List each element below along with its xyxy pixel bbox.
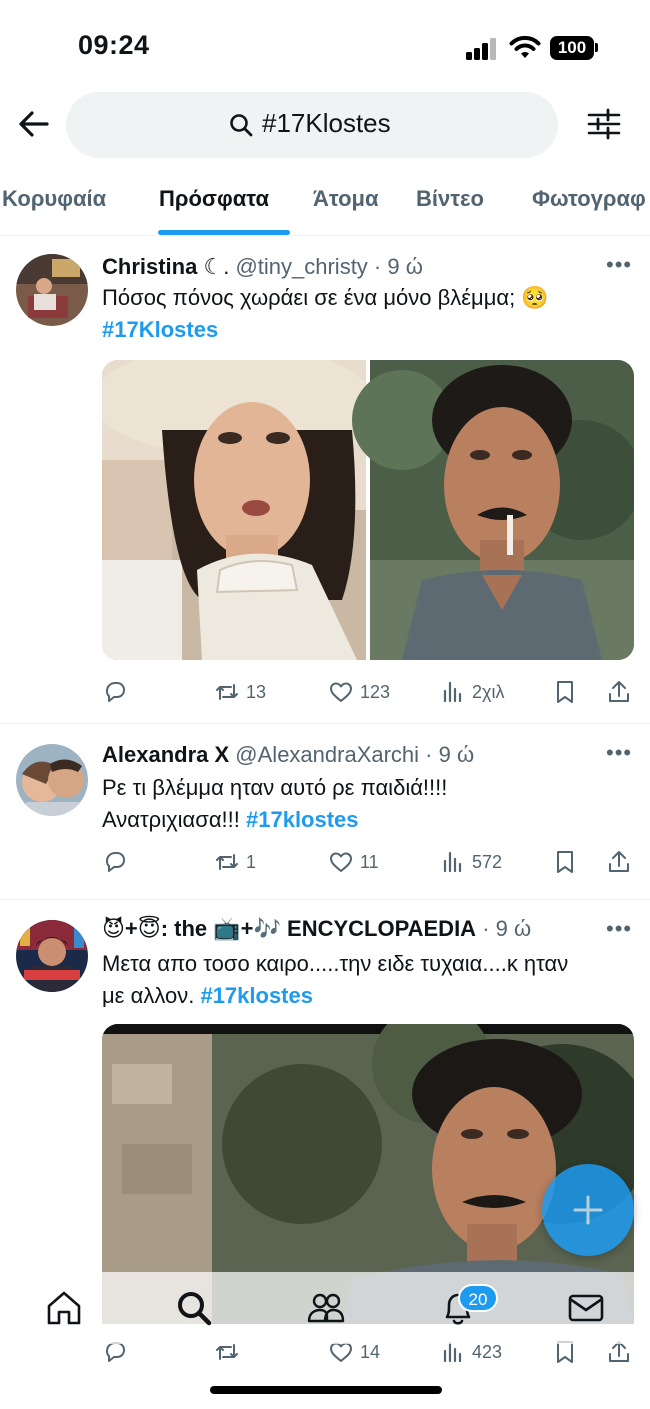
avatar[interactable] xyxy=(16,744,88,816)
tweet-text: Ρε τι βλέμμα ηταν αυτό ρε παιδιά!!!! Ανα… xyxy=(102,772,632,836)
share-icon xyxy=(609,851,629,872)
like-icon xyxy=(330,852,352,872)
tweet-text-line: Μετα απο τοσο καιρο.....την ειδε τυχαια.… xyxy=(102,951,569,976)
retweet-count: 1 xyxy=(246,851,257,872)
wifi-icon xyxy=(509,35,541,58)
views-icon xyxy=(443,851,462,873)
views-button[interactable]: 2χιλ xyxy=(440,674,504,710)
tweet-text-line: Ρε τι βλέμμα ηταν αυτό ρε παιδιά!!!! xyxy=(102,775,448,800)
status-bar: 09:24 100 xyxy=(0,0,650,92)
compose-button[interactable] xyxy=(542,1164,634,1256)
tweet-time[interactable]: 9 ώ xyxy=(387,254,423,279)
tweet-header: Christina ☾. @tiny_christy · 9 ώ xyxy=(102,254,423,280)
search-icon xyxy=(230,114,253,137)
meta-dot: · xyxy=(476,916,496,941)
back-arrow-icon[interactable] xyxy=(14,104,54,144)
tab-videos[interactable]: Βίντεο xyxy=(416,186,484,212)
people-icon[interactable] xyxy=(306,1288,346,1328)
plus-icon xyxy=(573,1195,603,1225)
reply-icon xyxy=(106,852,125,872)
like-icon xyxy=(330,682,352,702)
battery-tip xyxy=(595,43,598,52)
reply-button[interactable] xyxy=(102,674,134,710)
author-handle[interactable]: @tiny_christy xyxy=(235,254,367,279)
retweet-count: 13 xyxy=(246,681,267,702)
avatar[interactable] xyxy=(16,254,88,326)
like-button[interactable]: 11 xyxy=(328,844,379,880)
status-time: 09:24 xyxy=(78,30,150,60)
home-indicator xyxy=(210,1386,442,1394)
tweet-actions: 13 123 2χιλ xyxy=(102,674,636,710)
tweet[interactable]: Christina ☾. @tiny_christy · 9 ώ ••• Πόσ… xyxy=(0,236,650,724)
tweet-header: 😈+😇: the 📺+🎶 ENCYCLOPAEDIA · 9 ώ xyxy=(102,916,531,942)
tab-photos[interactable]: Φωτογραφ xyxy=(532,186,646,212)
author-name-emoji: 😈+😇: the 📺+🎶 xyxy=(102,916,281,941)
hashtag-link[interactable]: #17Klostes xyxy=(102,317,218,342)
views-icon xyxy=(443,681,462,703)
retweet-icon xyxy=(216,854,238,870)
views-button[interactable]: 572 xyxy=(440,844,502,880)
tweet-time[interactable]: 9 ώ xyxy=(496,916,532,941)
retweet-icon xyxy=(216,684,238,700)
like-button[interactable]: 123 xyxy=(328,674,390,710)
share-button[interactable] xyxy=(606,674,632,710)
search-query[interactable]: #17Klostes xyxy=(262,108,391,139)
hashtag-link[interactable]: #17klostes xyxy=(246,807,359,832)
search-icon[interactable] xyxy=(174,1288,214,1328)
tweet-text: Μετα απο τοσο καιρο.....την ειδε τυχαια.… xyxy=(102,948,632,1012)
more-options-icon[interactable]: ••• xyxy=(606,740,632,766)
home-icon[interactable] xyxy=(44,1288,84,1328)
share-button[interactable] xyxy=(606,844,632,880)
bookmark-icon xyxy=(557,851,573,873)
author-handle[interactable]: @AlexandraXarchi xyxy=(235,742,419,767)
reply-button[interactable] xyxy=(102,844,134,880)
like-count: 11 xyxy=(360,851,379,872)
tweet-media[interactable] xyxy=(102,360,634,660)
views-count: 2χιλ xyxy=(472,681,505,702)
views-count: 423 xyxy=(472,1341,503,1362)
tab-latest[interactable]: Πρόσφατα xyxy=(159,186,269,212)
more-options-icon[interactable]: ••• xyxy=(606,252,632,278)
tweet-text: Πόσος πόνος χωράει σε ένα μόνο βλέμμα; 🥺… xyxy=(102,282,632,346)
search-tabs: Κορυφαία Πρόσφατα Άτομα Βίντεο Φωτογραφ xyxy=(0,168,650,236)
author-name-text: ENCYCLOPAEDIA xyxy=(280,916,477,941)
avatar[interactable] xyxy=(16,920,88,992)
battery-indicator: 100 xyxy=(550,36,594,60)
author-name[interactable]: Alexandra X xyxy=(102,742,229,767)
tweet-text-line: Ανατριχιασα!!! xyxy=(102,807,246,832)
mail-icon[interactable] xyxy=(566,1288,606,1328)
share-icon xyxy=(609,681,629,702)
tab-top[interactable]: Κορυφαία xyxy=(2,186,106,212)
bottom-nav xyxy=(0,1272,650,1344)
bookmark-button[interactable] xyxy=(552,844,578,880)
like-count: 123 xyxy=(360,681,391,702)
reply-icon xyxy=(106,682,125,702)
bookmark-icon xyxy=(557,681,573,703)
tweet[interactable]: Alexandra X @AlexandraXarchi · 9 ώ ••• Ρ… xyxy=(0,724,650,900)
tweet-time[interactable]: 9 ώ xyxy=(439,742,475,767)
signal-icon xyxy=(466,38,498,60)
meta-dot: · xyxy=(419,742,439,767)
filter-icon[interactable] xyxy=(584,104,624,144)
author-name[interactable]: Christina xyxy=(102,254,197,279)
bookmark-button[interactable] xyxy=(552,674,578,710)
tweet-text-line: με αλλον. xyxy=(102,983,201,1008)
tab-people[interactable]: Άτομα xyxy=(313,186,379,212)
more-options-icon[interactable]: ••• xyxy=(606,916,632,942)
retweet-button[interactable]: 1 xyxy=(214,844,256,880)
active-tab-indicator xyxy=(158,230,290,235)
author-name-extra: ☾. xyxy=(197,254,230,279)
notifications-badge: 20 xyxy=(458,1284,498,1312)
retweet-button[interactable]: 13 xyxy=(214,674,266,710)
views-count: 572 xyxy=(472,851,503,872)
tweet-text-line: Πόσος πόνος χωράει σε ένα μόνο βλέμμα; 🥺 xyxy=(102,285,549,310)
hashtag-link[interactable]: #17klostes xyxy=(200,983,313,1008)
tweet-actions: 1 11 572 xyxy=(102,844,636,880)
tweet-photo-pair[interactable] xyxy=(102,360,634,660)
like-count: 14 xyxy=(360,1341,381,1362)
meta-dot: · xyxy=(367,254,388,279)
tweet-header: Alexandra X @AlexandraXarchi · 9 ώ xyxy=(102,742,474,768)
author-name[interactable]: 😈+😇: the 📺+🎶 ENCYCLOPAEDIA xyxy=(102,916,476,941)
